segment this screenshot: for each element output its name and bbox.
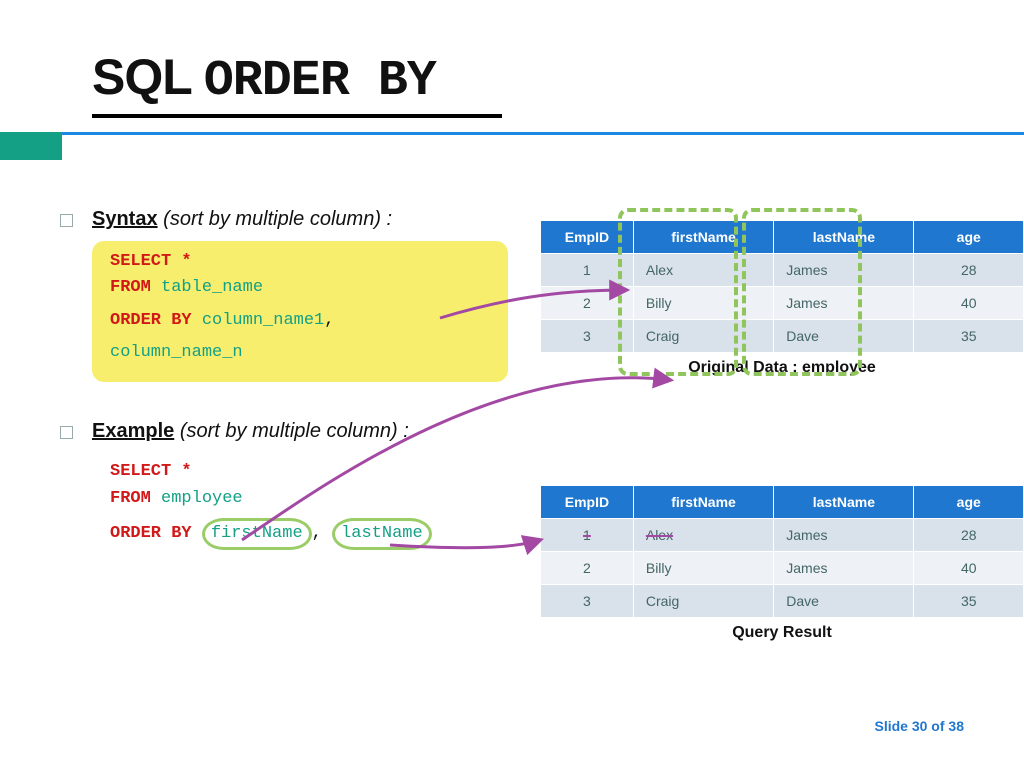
comma: , <box>324 311 334 330</box>
id-col1: column_name1 <box>202 311 324 330</box>
footer-num: 30 <box>912 718 928 734</box>
cell: Craig <box>633 320 773 353</box>
cell: James <box>774 519 914 552</box>
original-table-wrap: EmpID firstName lastName age 1 Alex Jame… <box>540 220 1024 377</box>
cell: 35 <box>914 585 1024 618</box>
id-coln: column_name_n <box>110 343 243 362</box>
cell: Billy <box>633 287 773 320</box>
table-header-row: EmpID firstName lastName age <box>541 486 1024 519</box>
cell: Alex <box>633 519 773 552</box>
kw-select2: SELECT * <box>110 462 192 481</box>
cell: 3 <box>541 585 634 618</box>
cell: Billy <box>633 552 773 585</box>
header-lastname: lastName <box>774 221 914 254</box>
cell: 1 <box>541 254 634 287</box>
example-code: SELECT * FROM employee ORDER BY firstNam… <box>92 453 508 556</box>
id-firstname: firstName <box>202 518 312 550</box>
cell: 40 <box>914 287 1024 320</box>
original-table: EmpID firstName lastName age 1 Alex Jame… <box>540 220 1024 353</box>
table-row: 2 Billy James 40 <box>541 552 1024 585</box>
table-header-row: EmpID firstName lastName age <box>541 221 1024 254</box>
cell: 1 <box>541 519 634 552</box>
example-heading: Example (sort by multiple column) : <box>92 420 984 443</box>
table-row: 1 Alex James 28 <box>541 254 1024 287</box>
footer-of: of <box>927 718 948 734</box>
kw-orderby2: ORDER BY <box>110 524 192 543</box>
result-table: EmpID firstName lastName age 1 Alex Jame… <box>540 485 1024 618</box>
cell: James <box>774 287 914 320</box>
syntax-heading-rest: (sort by multiple column) : <box>163 208 392 230</box>
cell: Alex <box>633 254 773 287</box>
header-lastname: lastName <box>774 486 914 519</box>
cell: 2 <box>541 287 634 320</box>
page-title: SQL ORDER BY <box>0 0 1024 114</box>
header-empid: EmpID <box>541 221 634 254</box>
kw-orderby: ORDER BY <box>110 311 192 330</box>
cell: Dave <box>774 320 914 353</box>
id-lastname: lastName <box>332 518 432 550</box>
cell: 35 <box>914 320 1024 353</box>
cell: 28 <box>914 254 1024 287</box>
slide-footer: Slide 30 of 38 <box>874 718 964 734</box>
example-heading-rest: (sort by multiple column) : <box>180 420 409 442</box>
cell: Craig <box>633 585 773 618</box>
table-row: 3 Craig Dave 35 <box>541 320 1024 353</box>
table-row: 3 Craig Dave 35 <box>541 585 1024 618</box>
result-caption: Query Result <box>540 624 1024 642</box>
kw-select: SELECT * <box>110 252 192 271</box>
cell: 3 <box>541 320 634 353</box>
id-employee: employee <box>161 489 243 508</box>
kw-from: FROM <box>110 278 151 297</box>
cell: 2 <box>541 552 634 585</box>
original-caption: Original Data : employee <box>540 359 1024 377</box>
cell: James <box>774 254 914 287</box>
table-row: 2 Billy James 40 <box>541 287 1024 320</box>
title-part2: ORDER BY <box>204 53 436 110</box>
syntax-heading-bold: Syntax <box>92 208 158 230</box>
footer-prefix: Slide <box>874 718 911 734</box>
id-table-name: table_name <box>161 278 263 297</box>
header-age: age <box>914 486 1024 519</box>
result-table-wrap: EmpID firstName lastName age 1 Alex Jame… <box>540 485 1024 642</box>
cell: James <box>774 552 914 585</box>
header-firstname: firstName <box>633 486 773 519</box>
title-underline <box>92 114 502 118</box>
slide: SQL ORDER BY Syntax (sort by multiple co… <box>0 0 1024 768</box>
header-firstname: firstName <box>633 221 773 254</box>
header-empid: EmpID <box>541 486 634 519</box>
example-heading-bold: Example <box>92 420 174 442</box>
accent-bar <box>0 132 1024 160</box>
table-row: 1 Alex James 28 <box>541 519 1024 552</box>
header-age: age <box>914 221 1024 254</box>
cell: 28 <box>914 519 1024 552</box>
syntax-codebox: SELECT * FROM table_name ORDER BY column… <box>92 241 508 382</box>
cell: Dave <box>774 585 914 618</box>
footer-total: 38 <box>948 718 964 734</box>
kw-from2: FROM <box>110 489 151 508</box>
cell: 40 <box>914 552 1024 585</box>
title-part1: SQL <box>92 49 191 105</box>
